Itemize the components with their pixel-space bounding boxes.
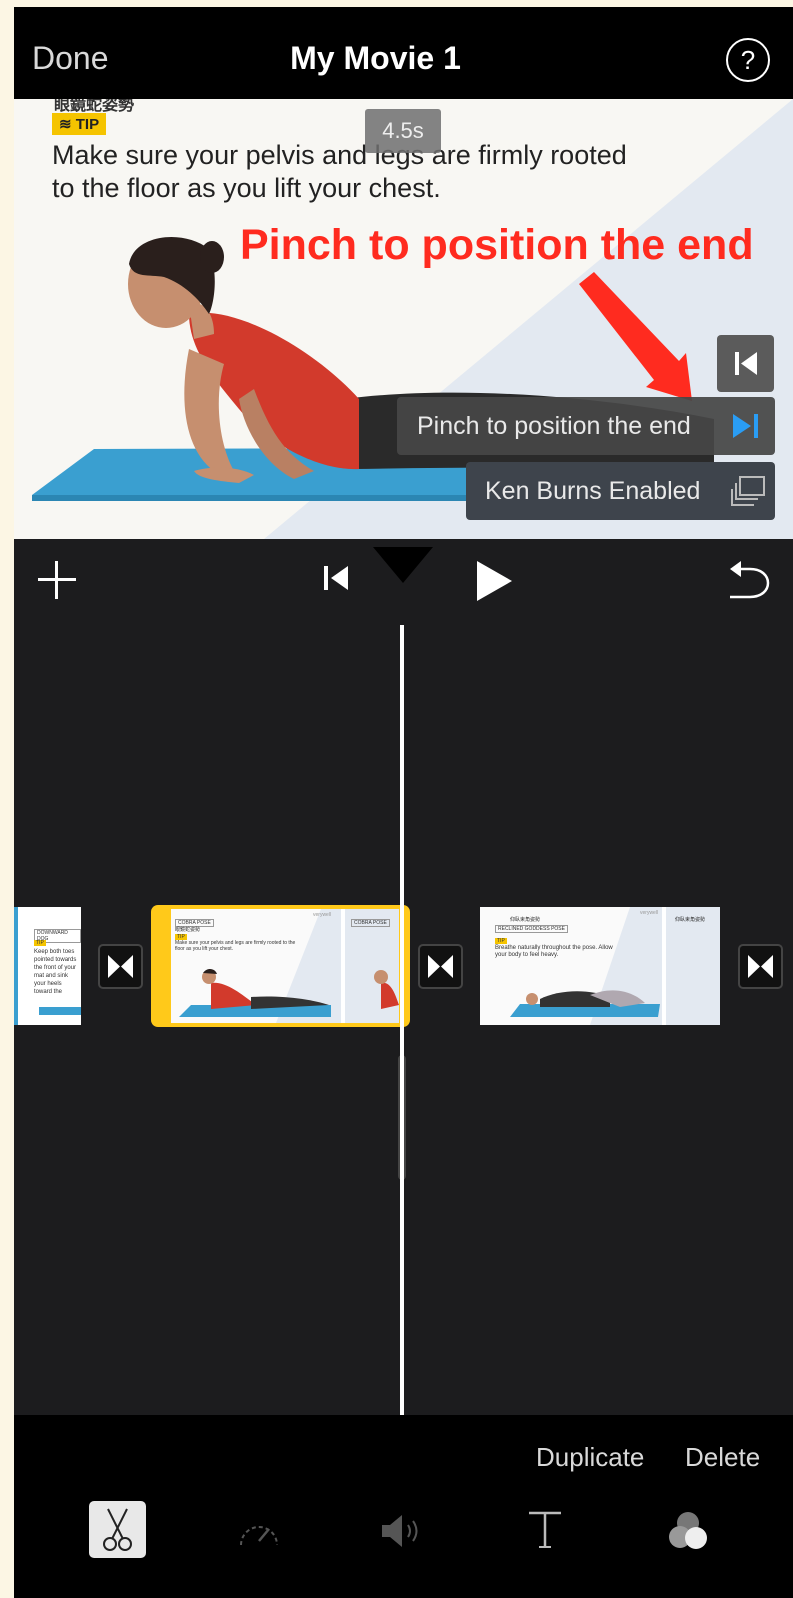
clip-subtitle: 仰臥束角姿勢 [510,917,541,923]
volume-icon[interactable] [380,1512,424,1550]
clip-text: Breathe naturally throughout the pose. A… [495,945,613,958]
phone-screen: Done My Movie 1 ? 眼鏡蛇姿勢 ≋ TIP Make sure … [14,7,793,1598]
text-icon[interactable] [527,1509,563,1549]
plus-icon[interactable] [38,561,76,599]
preview-viewer[interactable]: 眼鏡蛇姿勢 ≋ TIP Make sure your pelvis and le… [14,99,793,539]
speed-icon[interactable] [236,1511,282,1551]
clip-brand: verywell [313,912,332,918]
playhead[interactable] [400,625,404,1415]
transition-button[interactable] [98,944,143,989]
transition-icon [108,955,133,978]
undo-icon[interactable] [728,561,772,601]
transition-button[interactable] [738,944,783,989]
project-title: My Movie 1 [290,40,461,76]
help-button[interactable]: ? [726,38,770,82]
filters-icon[interactable] [665,1509,711,1553]
transition-button[interactable] [418,944,463,989]
clip-title: RECLINED GODDESS POSE [495,925,568,933]
skip-to-start-icon[interactable] [322,564,350,592]
clip-subtitle-repeat: 仰臥束角姿勢 [675,917,706,923]
ken-burns-toggle[interactable]: Ken Burns Enabled [466,462,775,520]
pinch-annotation: Pinch to position the end [240,221,754,269]
pinch-to-position-end-button[interactable]: Pinch to position the end [397,397,775,455]
playhead-notch [373,547,433,583]
clip-action-bar: Duplicate Delete [14,1415,793,1598]
duplicate-button[interactable]: Duplicate [536,1442,644,1473]
timeline[interactable]: DOWNWARD DOG TIP Keep both toes pointed … [14,547,793,1415]
timeline-clip-cobra-pose-selected[interactable]: COBRA POSE 眼鏡蛇姿勢 TIP Make sure your pelv… [151,905,410,1027]
clip-subtitle: 眼鏡蛇姿勢 [175,927,201,933]
jump-to-start-button[interactable] [717,335,774,392]
delete-button[interactable]: Delete [685,1442,760,1473]
skip-to-end-icon [733,414,758,438]
clip-text: Keep both toes pointed towards the front… [34,949,77,995]
scissors-icon [103,1508,132,1551]
timeline-clip-downward-dog[interactable]: DOWNWARD DOG TIP Keep both toes pointed … [14,907,81,1025]
clip-tip: TIP [34,940,46,946]
clip-title: COBRA POSE [175,919,214,927]
split-tool-button[interactable] [89,1501,146,1558]
transition-icon [428,955,453,978]
transition-icon [748,955,773,978]
play-icon[interactable] [474,560,514,602]
clip-tip: TIP [495,938,507,944]
clip-text: Make sure your pelvis and legs are firml… [175,940,296,952]
clip-title-repeat: COBRA POSE [351,919,390,927]
skip-to-start-icon [735,352,757,375]
clip-thumbnail: COBRA POSE 眼鏡蛇姿勢 TIP Make sure your pelv… [171,909,399,1023]
timeline-clip-reclined-goddess[interactable]: 仰臥束角姿勢 RECLINED GODDESS POSE TIP Breathe… [480,907,720,1025]
ken-burns-icon [731,476,765,506]
navigation-bar: Done My Movie 1 ? [14,7,793,99]
clip-brand: verywell [640,910,659,916]
